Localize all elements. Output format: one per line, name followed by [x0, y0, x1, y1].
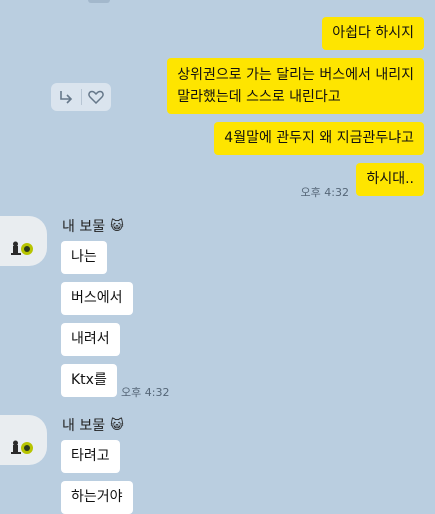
- reply-arrow-icon: [59, 91, 72, 104]
- cat-face-icon: 😺: [110, 218, 124, 234]
- sender-name: 내 보물 😺: [62, 218, 124, 236]
- avatar[interactable]: [0, 415, 47, 465]
- received-bubble[interactable]: 내려서: [61, 323, 120, 356]
- received-bubble-text: 타려고: [71, 448, 110, 464]
- sent-bubble-1[interactable]: 아쉽다 하시지: [322, 17, 424, 50]
- received-bubble[interactable]: Ktx를: [61, 364, 117, 397]
- sent-timestamp: 오후 4:32: [300, 186, 349, 199]
- sent-bubble-3[interactable]: 4월말에 관두지 왜 지금관두냐고: [214, 122, 424, 155]
- cat-face-icon: 😺: [110, 417, 124, 433]
- like-button[interactable]: [82, 83, 112, 111]
- received-bubble-text: 내려서: [71, 331, 110, 347]
- sender-name: 내 보물 😺: [62, 417, 124, 435]
- sent-bubble-text-line1: 상위권으로 가는 달리는 버스에서 내리지: [177, 67, 414, 83]
- received-bubble-text: 버스에서: [71, 290, 123, 306]
- sent-bubble-text: 4월말에 관두지 왜 지금관두냐고: [224, 130, 414, 146]
- received-bubble-text: Ktx를: [71, 372, 107, 388]
- received-bubble[interactable]: 버스에서: [61, 282, 133, 315]
- avatar-image: [11, 440, 33, 454]
- received-bubble[interactable]: 하는거야: [61, 481, 133, 514]
- received-bubble[interactable]: 나는: [61, 241, 107, 274]
- received-bubble-text: 나는: [71, 249, 97, 265]
- reply-button[interactable]: [51, 83, 81, 111]
- sent-bubble-text-line2: 말라했는데 스스로 내린다고: [177, 89, 341, 105]
- message-actions: [51, 83, 111, 111]
- avatar-image: [11, 241, 33, 255]
- received-timestamp: 오후 4:32: [121, 386, 170, 399]
- heart-outline-icon: [88, 90, 105, 104]
- previous-message-edge: [88, 0, 110, 3]
- received-bubble-text: 하는거야: [71, 489, 123, 505]
- sent-bubble-text: 아쉽다 하시지: [332, 25, 414, 41]
- sent-bubble-2[interactable]: 상위권으로 가는 달리는 버스에서 내리지 말라했는데 스스로 내린다고: [167, 58, 424, 114]
- avatar[interactable]: [0, 216, 47, 266]
- received-bubble[interactable]: 타려고: [61, 440, 120, 473]
- sent-bubble-text: 하시대..: [366, 171, 414, 187]
- sent-bubble-4[interactable]: 하시대..: [356, 163, 424, 196]
